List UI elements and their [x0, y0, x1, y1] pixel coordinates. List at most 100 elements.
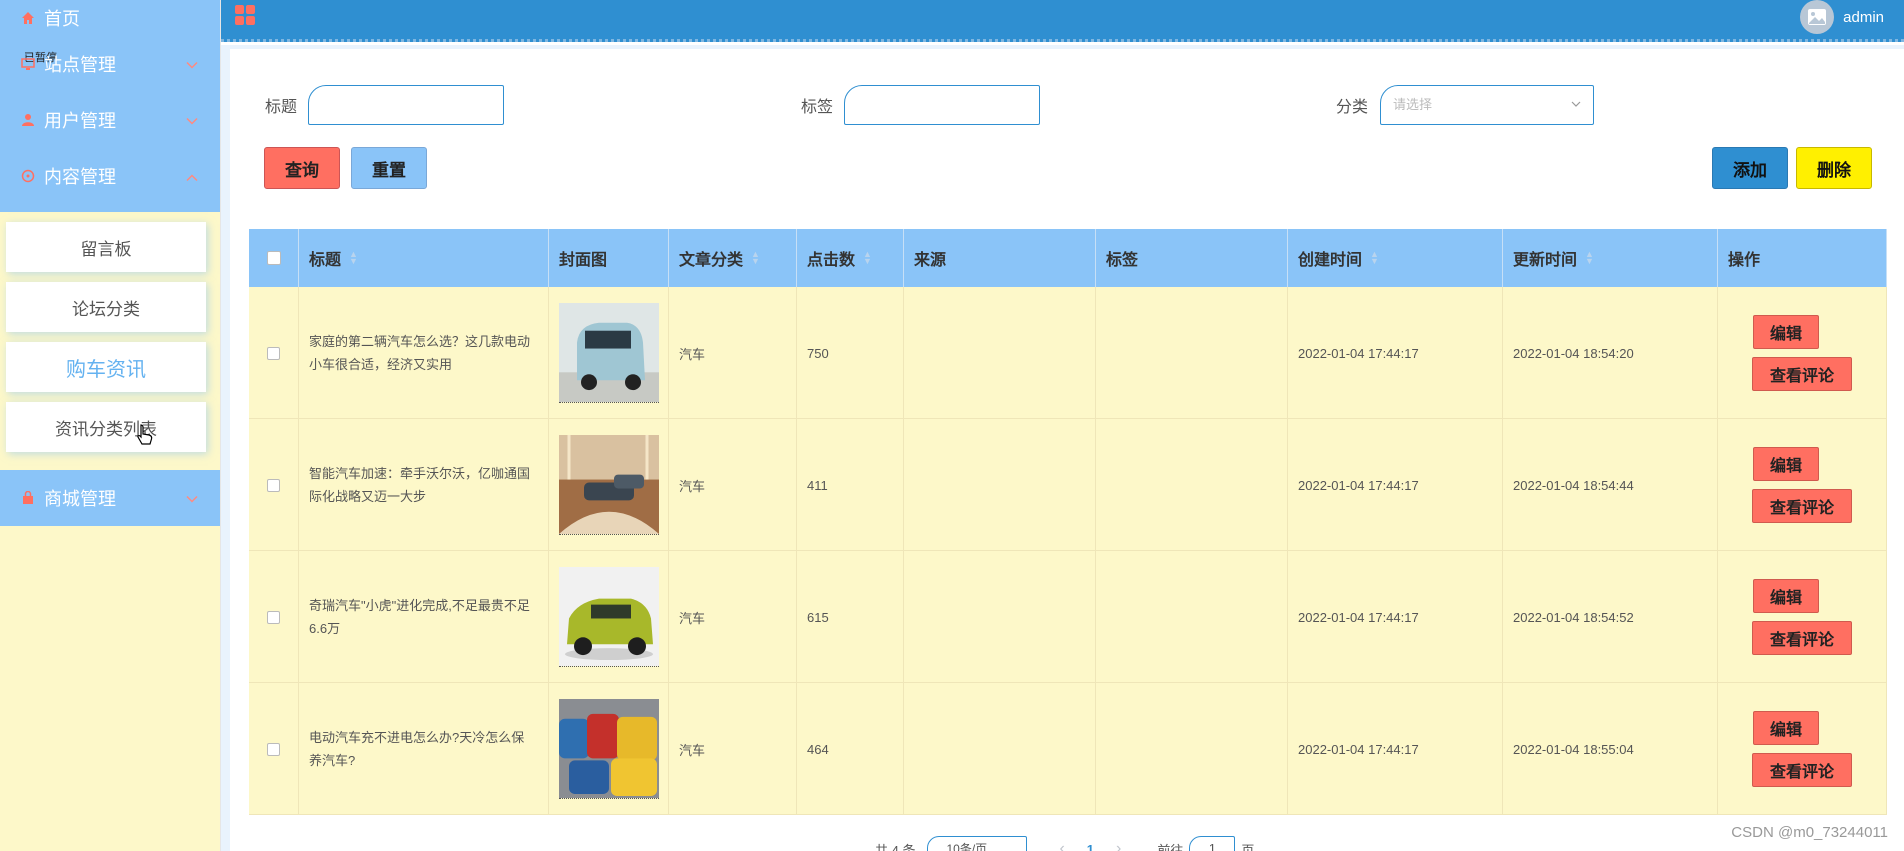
- view-comments-button[interactable]: 查看评论: [1752, 489, 1852, 523]
- news-table: 标题 ▲ ▼ 封面图 文章分类 ▲ ▼ 点击数 ▲ ▼ 来源 标签 创建时间 ▲ ▼ 更新时间 ▲…: [249, 229, 1887, 815]
- row-check-cell: [249, 683, 299, 815]
- image-icon: [1808, 9, 1826, 25]
- table-row: 电动汽车充不进电怎么办?天冷怎么保养汽车? 汽车 464 2022-01-04: [249, 683, 1887, 815]
- tags-cell: [1096, 419, 1288, 551]
- column-header-cover: 封面图: [549, 229, 669, 287]
- table-row: 家庭的第二辆汽车怎么选？这几款电动小车很合适，经济又实用 汽车 750 2022…: [249, 287, 1887, 419]
- content-panel: 标题 标签 分类 请选择 查询 重置 添加 删除 标题 ▲ ▼ 封面图 文章分类 ▲ ▼…: [230, 49, 1904, 851]
- cover-cell: [549, 287, 669, 419]
- column-header-updated[interactable]: 更新时间 ▲ ▼: [1503, 229, 1718, 287]
- column-label: 文章分类: [679, 252, 744, 269]
- category-cell: 汽车: [669, 551, 797, 683]
- row-check-cell: [249, 287, 299, 419]
- edit-button[interactable]: 编辑: [1753, 579, 1819, 613]
- view-comments-button[interactable]: 查看评论: [1752, 621, 1852, 655]
- created-cell: 2022-01-04 17:44:17: [1288, 551, 1503, 683]
- edit-button[interactable]: 编辑: [1753, 447, 1819, 481]
- username[interactable]: admin: [1843, 9, 1884, 26]
- sort-icon[interactable]: ▲ ▼: [1370, 250, 1379, 266]
- operations-cell: 编辑 查看评论: [1718, 551, 1887, 683]
- tags-cell: [1096, 551, 1288, 683]
- category-select-placeholder: 请选择: [1393, 97, 1433, 112]
- view-comments-button[interactable]: 查看评论: [1752, 357, 1852, 391]
- sidebar-menu-top: 首页 已暂停 站点管理 用户管理 内容管理: [0, 0, 220, 212]
- total-count: 共 4 条: [875, 842, 916, 851]
- column-header-created[interactable]: 创建时间 ▲ ▼: [1288, 229, 1503, 287]
- watermark: CSDN @m0_73244011: [1731, 824, 1888, 841]
- sidebar-item-home[interactable]: 首页: [0, 0, 220, 36]
- category-cell: 汽车: [669, 683, 797, 815]
- next-page-icon[interactable]: ›: [1116, 840, 1121, 851]
- reset-button[interactable]: 重置: [351, 147, 427, 189]
- sidebar-item-label: 用户管理: [44, 111, 116, 131]
- column-label: 更新时间: [1513, 252, 1578, 269]
- category-filter-select[interactable]: 请选择: [1380, 85, 1594, 125]
- add-button[interactable]: 添加: [1712, 147, 1788, 189]
- column-label: 标题: [309, 252, 342, 269]
- article-title: 智能汽车加速：牵手沃尔沃，亿咖通国际化战略又迈一大步: [309, 466, 531, 504]
- operations-cell: 编辑 查看评论: [1718, 287, 1887, 419]
- pagination: 共 4 条 10条/页 ‹ 1 › 前往 1 页: [875, 836, 1254, 851]
- sidebar-item-content-mgmt[interactable]: 内容管理: [0, 148, 220, 204]
- sidebar-item-user-mgmt[interactable]: 用户管理: [0, 92, 220, 148]
- table-header: 标题 ▲ ▼ 封面图 文章分类 ▲ ▼ 点击数 ▲ ▼ 来源 标签 创建时间 ▲ ▼ 更新时间 ▲…: [249, 229, 1887, 287]
- sort-icon[interactable]: ▲ ▼: [751, 250, 760, 266]
- view-comments-button[interactable]: 查看评论: [1752, 753, 1852, 787]
- source-cell: [904, 683, 1096, 815]
- column-label: 创建时间: [1298, 252, 1363, 269]
- created-cell: 2022-01-04 17:44:17: [1288, 419, 1503, 551]
- cover-image: [559, 303, 659, 403]
- edit-button[interactable]: 编辑: [1753, 711, 1819, 745]
- query-button[interactable]: 查询: [264, 147, 340, 189]
- category-cell: 汽车: [669, 419, 797, 551]
- column-label: 操作: [1728, 252, 1761, 269]
- sort-icon[interactable]: ▲ ▼: [863, 250, 872, 266]
- updated-cell: 2022-01-04 18:54:52: [1503, 551, 1718, 683]
- clicks-cell: 615: [797, 551, 904, 683]
- sidebar-item-site-mgmt[interactable]: 站点管理: [0, 36, 220, 92]
- avatar[interactable]: [1800, 0, 1834, 34]
- prev-page-icon[interactable]: ‹: [1059, 840, 1064, 851]
- sidebar-item-shop-mgmt[interactable]: 商城管理: [0, 470, 220, 526]
- row-checkbox[interactable]: [267, 346, 280, 360]
- title-cell: 电动汽车充不进电怎么办?天冷怎么保养汽车?: [299, 683, 549, 815]
- column-header-title[interactable]: 标题 ▲ ▼: [299, 229, 549, 287]
- title-filter-input[interactable]: [308, 85, 504, 125]
- row-check-cell: [249, 551, 299, 683]
- row-check-cell: [249, 419, 299, 551]
- delete-button[interactable]: 删除: [1796, 147, 1872, 189]
- row-checkbox[interactable]: [267, 742, 280, 756]
- sidebar: 首页 已暂停 站点管理 用户管理 内容管理 留言板 论坛分类 购车资讯 资讯分类…: [0, 0, 221, 851]
- goto-page-input[interactable]: 1: [1189, 836, 1236, 851]
- page-size-select[interactable]: 10条/页: [927, 836, 1028, 851]
- article-title: 电动汽车充不进电怎么办?天冷怎么保养汽车?: [309, 730, 525, 768]
- sidebar-item-forum-category[interactable]: 论坛分类: [6, 282, 206, 332]
- operations-cell: 编辑 查看评论: [1718, 419, 1887, 551]
- sort-icon[interactable]: ▲ ▼: [1585, 250, 1594, 266]
- column-header-category[interactable]: 文章分类 ▲ ▼: [669, 229, 797, 287]
- tags-cell: [1096, 287, 1288, 419]
- edit-button[interactable]: 编辑: [1753, 315, 1819, 349]
- sidebar-item-car-news[interactable]: 购车资讯: [6, 342, 206, 392]
- main-area: 标题 标签 分类 请选择 查询 重置 添加 删除 标题 ▲ ▼ 封面图 文章分类 ▲ ▼…: [221, 45, 1904, 851]
- row-checkbox[interactable]: [267, 478, 280, 492]
- cover-image: [559, 699, 659, 799]
- sort-icon[interactable]: ▲ ▼: [349, 250, 358, 266]
- tag-filter-input[interactable]: [844, 85, 1040, 125]
- monitor-icon: [20, 56, 36, 72]
- sidebar-item-news-category-list[interactable]: 资讯分类列表: [6, 402, 206, 452]
- select-all-checkbox[interactable]: [266, 251, 281, 265]
- current-page[interactable]: 1: [1087, 842, 1094, 851]
- cover-cell: [549, 419, 669, 551]
- column-header-clicks[interactable]: 点击数 ▲ ▼: [797, 229, 904, 287]
- select-all-cell: [249, 229, 299, 287]
- chevron-up-icon: [186, 166, 198, 187]
- sidebar-item-message-board[interactable]: 留言板: [6, 222, 206, 272]
- sidebar-item-label: 站点管理: [44, 55, 116, 75]
- grid-menu-icon[interactable]: [234, 4, 256, 31]
- row-checkbox[interactable]: [267, 610, 280, 624]
- updated-cell: 2022-01-04 18:54:20: [1503, 287, 1718, 419]
- cover-cell: [549, 551, 669, 683]
- title-cell: 智能汽车加速：牵手沃尔沃，亿咖通国际化战略又迈一大步: [299, 419, 549, 551]
- chevron-down-icon: [186, 488, 198, 509]
